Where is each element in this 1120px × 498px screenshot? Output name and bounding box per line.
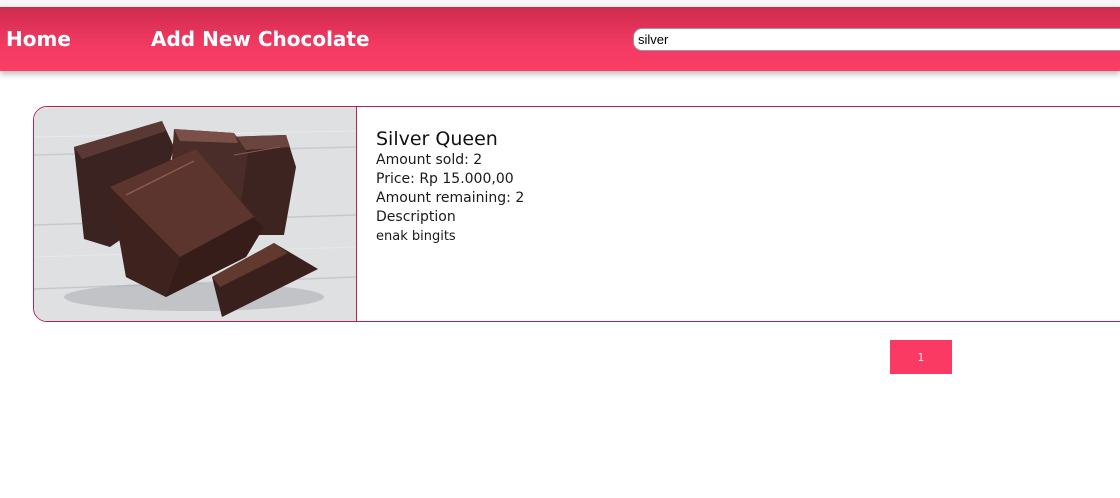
nav-add-chocolate-link[interactable]: Add New Chocolate	[151, 27, 370, 51]
description-label: Description	[376, 209, 456, 225]
amount-remaining: Amount remaining: 2	[376, 190, 525, 206]
chocolate-image	[34, 107, 356, 321]
product-details: Silver Queen Amount sold: 2 Price: Rp 15…	[376, 127, 524, 246]
top-strip	[0, 0, 1120, 7]
nav-home-link[interactable]: Home	[6, 27, 71, 51]
pagination-page-1[interactable]: 1	[890, 340, 952, 374]
product-name: Silver Queen	[376, 128, 498, 150]
product-price: Price: Rp 15.000,00	[376, 171, 514, 187]
product-image	[34, 107, 357, 321]
search-input[interactable]	[633, 28, 1120, 51]
product-description: enak bingits	[376, 229, 456, 244]
navbar: Home Add New Chocolate	[0, 7, 1120, 71]
product-card[interactable]: Silver Queen Amount sold: 2 Price: Rp 15…	[33, 106, 1120, 322]
amount-sold: Amount sold: 2	[376, 152, 483, 168]
